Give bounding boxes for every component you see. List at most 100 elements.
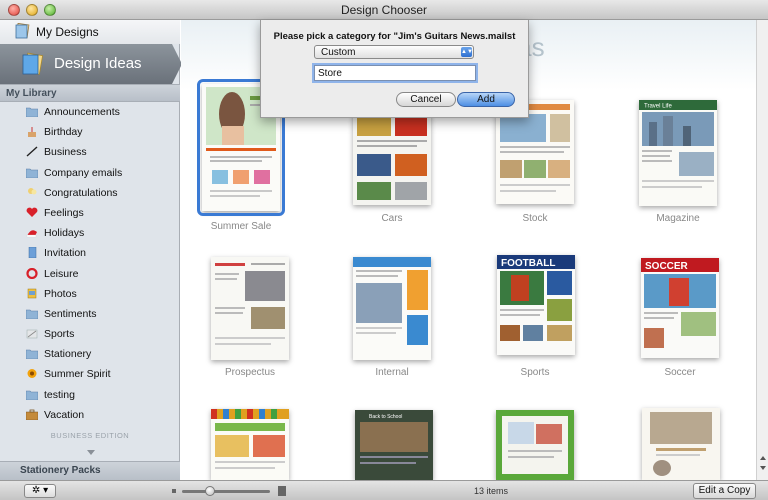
zoom-in-icon[interactable] — [278, 486, 286, 496]
bottom-toolbar: ✲ ▾ 13 items Edit a Copy — [0, 480, 768, 500]
template-caption: Soccer — [664, 367, 696, 378]
template-thumbnail-prospectus[interactable] — [211, 257, 289, 360]
edit-a-copy-button[interactable]: Edit a Copy — [693, 483, 756, 499]
template-caption: Summer Sale — [210, 221, 272, 232]
soccer-header-text: SOCCER — [645, 261, 689, 272]
zoom-slider-knob[interactable] — [205, 486, 215, 496]
library-header-label: My Library — [6, 88, 57, 99]
folder-icon — [26, 390, 38, 400]
expand-down-icon[interactable] — [87, 450, 95, 455]
sidebar-item-stationery[interactable]: Stationery — [0, 344, 180, 364]
sun-icon — [27, 369, 37, 379]
library-header: My Library — [0, 84, 180, 102]
template-thumbnail-sports[interactable]: FOOTBALL — [497, 255, 575, 355]
sidebar-item-label: Business — [44, 146, 87, 159]
zoom-out-icon[interactable] — [172, 489, 176, 493]
template-caption: Internal — [375, 367, 409, 378]
sidebar-item-label: testing — [44, 388, 75, 401]
template-caption: Magazine — [656, 213, 700, 224]
sidebar-item-label: Holidays — [44, 227, 85, 240]
sidebar-item-label: Company emails — [44, 166, 123, 179]
sidebar-item-label: Announcements — [44, 106, 120, 118]
category-popup-value: Custom — [321, 47, 356, 58]
template-thumbnail-row3-3[interactable] — [496, 410, 574, 480]
card-icon — [28, 247, 37, 259]
title-bar: Design Chooser — [0, 0, 768, 20]
folder-icon — [26, 107, 38, 117]
template-thumbnail-row3-4[interactable] — [642, 408, 720, 480]
folder-icon — [26, 168, 38, 178]
template-thumbnail-soccer[interactable]: SOCCER — [641, 258, 719, 358]
template-caption: Prospectus — [224, 367, 276, 378]
heart-icon — [26, 207, 38, 217]
category-name-field[interactable] — [314, 65, 476, 81]
lifebuoy-icon — [26, 267, 38, 279]
items-count: 13 items — [474, 486, 509, 496]
library-list: Announcements Birthday Business Company … — [0, 102, 180, 425]
sidebar-item-business[interactable]: Business — [0, 142, 180, 162]
back-to-school-header-text: Back to School — [369, 414, 402, 420]
template-caption: Sports — [520, 367, 550, 378]
add-button[interactable]: Add — [457, 92, 515, 107]
sidebar-item-label: Congratulations — [44, 186, 118, 199]
sidebar-item-holidays[interactable]: Holidays — [0, 223, 180, 243]
sidebar-item-announcements[interactable]: Announcements — [0, 102, 180, 122]
green-frame-preview — [496, 410, 574, 480]
sidebar-item-label: Summer Spirit — [44, 368, 111, 381]
sidebar-item-testing[interactable]: testing — [0, 385, 180, 405]
sidebar-item-label: Leisure — [44, 267, 79, 280]
sidebar-item-label: Design Ideas — [54, 55, 142, 72]
sidebar-item-label: Birthday — [44, 126, 83, 139]
template-thumbnail-magazine[interactable]: Travel Life — [639, 100, 717, 206]
sports-header-text: FOOTBALL — [501, 258, 555, 269]
sports-icon — [26, 329, 38, 339]
back-to-school-preview: Back to School — [355, 410, 433, 480]
internal-preview — [353, 257, 431, 360]
sidebar-item-company-emails[interactable]: Company emails — [0, 163, 180, 183]
sidebar-item-label: Sports — [44, 328, 75, 341]
stationery-packs-header[interactable]: Stationery Packs — [0, 461, 180, 480]
template-caption: Cars — [381, 213, 403, 224]
category-popup[interactable]: Custom ▲▼ — [314, 45, 474, 59]
sidebar-item-sports[interactable]: Sports — [0, 324, 180, 344]
scroll-up-arrow-icon[interactable] — [760, 456, 766, 460]
sidebar-item-my-designs[interactable]: My Designs — [0, 20, 180, 44]
sidebar-item-sentiments[interactable]: Sentiments — [0, 304, 180, 324]
sidebar-item-leisure[interactable]: Leisure — [0, 264, 180, 284]
gear-menu-button[interactable]: ✲ ▾ — [24, 484, 56, 498]
sidebar-item-feelings[interactable]: Feelings — [0, 203, 180, 223]
soccer-preview: SOCCER — [641, 258, 719, 358]
zoom-slider[interactable] — [182, 490, 270, 493]
template-thumbnail-row3-1[interactable] — [211, 409, 289, 480]
sidebar-item-label: Feelings — [44, 206, 84, 219]
cake-icon — [28, 127, 36, 138]
sidebar-item-birthday[interactable]: Birthday — [0, 122, 180, 142]
sidebar-item-photos[interactable]: Photos — [0, 284, 180, 304]
sidebar-item-design-ideas[interactable]: Design Ideas — [0, 44, 182, 84]
template-thumbnail-internal[interactable] — [353, 257, 431, 360]
vertical-scrollbar[interactable] — [756, 20, 768, 480]
design-ideas-icon — [22, 52, 44, 75]
sidebar-item-label: Vacation — [44, 408, 85, 421]
sidebar-item-vacation[interactable]: Vacation — [0, 405, 180, 425]
santa-hat-icon — [26, 230, 37, 238]
dialog-prompt: Please pick a category for "Jim's Guitar… — [273, 31, 516, 42]
template-thumbnail-back-to-school[interactable]: Back to School — [355, 410, 433, 480]
sidebar-item-invitation[interactable]: Invitation — [0, 243, 180, 263]
sports-preview: FOOTBALL — [497, 255, 575, 355]
magazine-header-text: Travel Life — [644, 104, 672, 110]
business-edition-label: BUSINESS EDITION — [50, 431, 130, 440]
sidebar-item-label: My Designs — [36, 25, 99, 39]
sidebar-item-congratulations[interactable]: Congratulations — [0, 183, 180, 203]
cancel-button[interactable]: Cancel — [396, 92, 456, 107]
scroll-down-arrow-icon[interactable] — [760, 466, 766, 470]
pen-icon — [26, 146, 38, 157]
photos-icon — [27, 288, 37, 298]
balloon-icon — [28, 187, 37, 195]
sidebar-item-label: Sentiments — [44, 307, 97, 320]
sidebar-item-summer-spirit[interactable]: Summer Spirit — [0, 364, 180, 384]
popup-arrows-icon: ▲▼ — [461, 47, 473, 57]
sidebar-item-label: Photos — [44, 287, 77, 300]
wedding-preview — [642, 408, 720, 480]
template-caption: Stock — [522, 213, 548, 224]
